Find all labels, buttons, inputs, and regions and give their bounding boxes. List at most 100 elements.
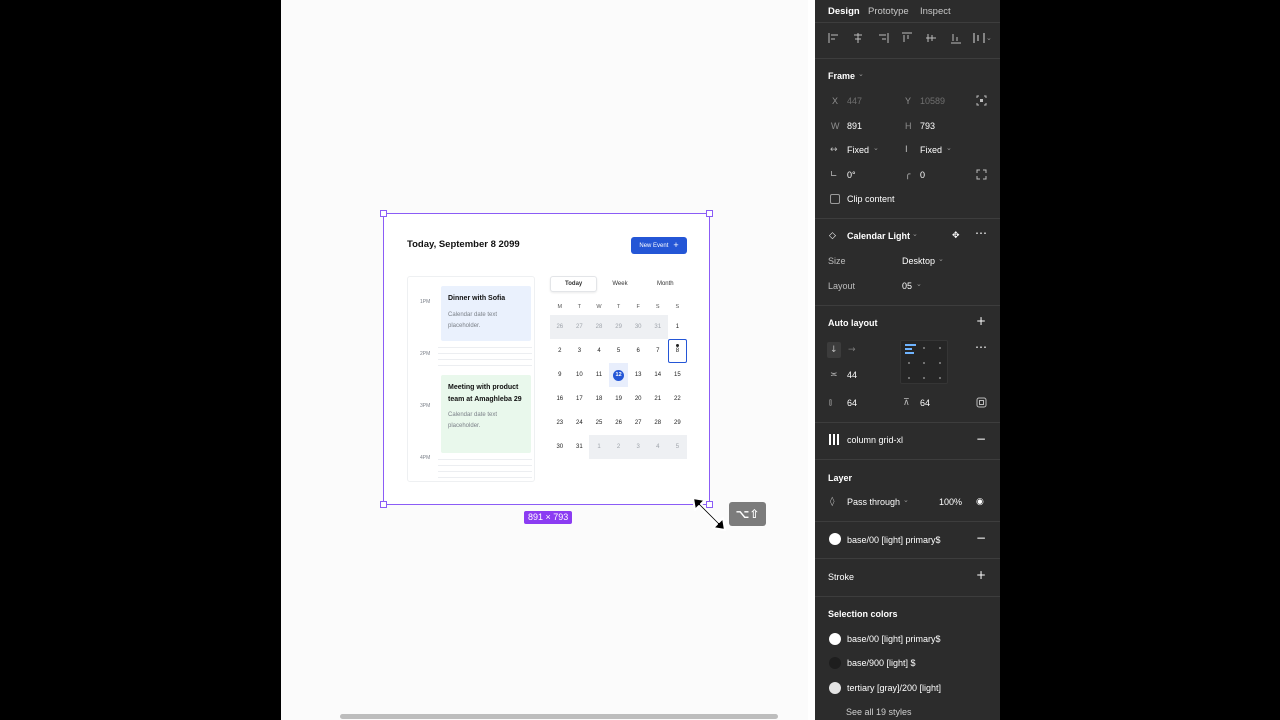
view-tab-week[interactable]: Week <box>597 277 642 291</box>
tab-design[interactable]: Design <box>828 6 860 17</box>
date-cell[interactable]: 22 <box>668 387 688 411</box>
resize-handle-bottom-left[interactable] <box>380 501 387 508</box>
more-options-icon[interactable]: ⋯ <box>975 341 987 353</box>
distribute-icon[interactable] <box>973 32 985 44</box>
alignment-grid[interactable] <box>900 340 948 384</box>
date-cell[interactable]: 14 <box>648 363 668 387</box>
date-cell[interactable]: 3 <box>570 339 590 363</box>
add-icon[interactable]: + <box>976 315 986 327</box>
date-cell[interactable]: 13 <box>628 363 648 387</box>
date-cell[interactable]: 19 <box>609 387 629 411</box>
arrow-right-icon[interactable]: → <box>848 345 856 355</box>
color-swatch[interactable] <box>829 657 841 669</box>
selection-color-name[interactable]: base/00 [light] primary$ <box>847 634 941 644</box>
date-cell[interactable]: 30 <box>628 315 648 339</box>
date-cell[interactable]: 17 <box>570 387 590 411</box>
date-cell[interactable]: 20 <box>628 387 648 411</box>
color-swatch[interactable] <box>829 633 841 645</box>
fill-swatch[interactable] <box>829 533 841 545</box>
size-select[interactable]: Desktop <box>902 256 935 266</box>
date-cell[interactable]: 18 <box>589 387 609 411</box>
resize-handle-top-right[interactable] <box>706 210 713 217</box>
date-cell[interactable]: 30 <box>550 435 570 459</box>
date-cell[interactable]: 29 <box>608 315 629 339</box>
chevron-down-icon[interactable]: ⌄ <box>912 230 918 238</box>
layout-grid-style[interactable]: column grid-xl <box>847 435 903 445</box>
independent-corners-icon[interactable] <box>976 169 987 180</box>
date-cell[interactable]: 3 <box>628 435 648 459</box>
date-cell[interactable]: 4 <box>589 339 609 363</box>
date-cell[interactable]: 9 <box>550 363 570 387</box>
item-spacing-input[interactable]: 44 <box>847 370 857 380</box>
chevron-down-icon[interactable]: ⌄ <box>946 144 952 152</box>
selection-color-name[interactable]: tertiary [gray]/200 [light] <box>847 683 941 693</box>
date-cell[interactable]: 28 <box>648 411 668 435</box>
chevron-down-icon[interactable]: ⌄ <box>903 496 909 504</box>
event-card[interactable]: Meeting with product team at Amaghleba 2… <box>441 375 531 453</box>
date-cell[interactable]: 10 <box>570 363 590 387</box>
date-cell[interactable]: 4 <box>647 435 668 459</box>
fill-style-name[interactable]: base/00 [light] primary$ <box>847 535 941 545</box>
chevron-down-icon[interactable]: ⌄ <box>938 255 944 263</box>
date-cell[interactable]: 6 <box>628 339 648 363</box>
date-cell[interactable]: 21 <box>648 387 668 411</box>
corner-radius-input[interactable]: 0 <box>920 170 925 180</box>
remove-icon[interactable]: − <box>976 532 986 544</box>
clip-content-checkbox[interactable] <box>830 194 840 204</box>
selection-color-name[interactable]: base/900 [light] $ <box>847 658 916 668</box>
align-bottom-icon[interactable] <box>950 32 962 44</box>
resize-handle-top-left[interactable] <box>380 210 387 217</box>
date-cell[interactable]: 28 <box>589 315 609 339</box>
individual-padding-icon[interactable] <box>976 397 987 408</box>
design-canvas[interactable]: Today, September 8 2099 New Event + 1PM … <box>281 0 815 720</box>
opacity-input[interactable]: 100% <box>939 497 962 507</box>
date-cell[interactable]: 1 <box>589 435 609 459</box>
date-cell[interactable]: 31 <box>570 435 590 459</box>
event-card[interactable]: Dinner with Sofia Calendar date text pla… <box>441 286 531 341</box>
horizontal-padding-input[interactable]: 64 <box>847 398 857 408</box>
new-event-button[interactable]: New Event + <box>631 237 687 254</box>
date-cell[interactable]: 26 <box>550 315 570 339</box>
date-cell[interactable]: 29 <box>668 411 688 435</box>
date-cell[interactable]: 31 <box>647 315 668 339</box>
view-tab-today[interactable]: Today <box>550 276 598 292</box>
go-to-main-component-icon[interactable]: ✥ <box>952 231 960 241</box>
date-cell[interactable]: 16 <box>550 387 570 411</box>
date-cell[interactable]: 15 <box>668 363 688 387</box>
date-cell[interactable]: 1 <box>668 315 688 339</box>
align-vertical-center-icon[interactable] <box>925 32 937 44</box>
blend-mode-select[interactable]: Pass through <box>847 497 900 507</box>
rotation-input[interactable]: 0° <box>847 170 856 180</box>
chevron-down-icon[interactable]: ⌄ <box>873 144 879 152</box>
see-all-styles-link[interactable]: See all 19 styles <box>846 707 912 717</box>
date-cell[interactable]: 27 <box>628 411 648 435</box>
align-top-icon[interactable] <box>901 32 913 44</box>
chevron-down-icon[interactable]: ⌄ <box>858 70 864 78</box>
align-horizontal-center-icon[interactable] <box>852 32 864 44</box>
align-right-icon[interactable] <box>877 32 889 44</box>
date-cell[interactable]: 25 <box>589 411 609 435</box>
date-cell[interactable]: 24 <box>570 411 590 435</box>
y-input[interactable]: 10589 <box>920 96 945 106</box>
vertical-sizing-select[interactable]: Fixed <box>920 145 942 155</box>
more-options-icon[interactable]: ⋯ <box>975 227 987 239</box>
date-cell[interactable]: 12 <box>608 363 629 387</box>
date-cell[interactable]: 5 <box>667 435 688 459</box>
tab-prototype[interactable]: Prototype <box>868 6 909 17</box>
date-cell[interactable]: 23 <box>550 411 570 435</box>
date-cell[interactable]: 8 <box>667 339 688 363</box>
add-icon[interactable]: + <box>976 569 986 581</box>
tab-inspect[interactable]: Inspect <box>920 6 951 17</box>
horizontal-scrollbar[interactable] <box>340 714 778 719</box>
date-cell[interactable]: 2 <box>608 435 629 459</box>
align-left-icon[interactable] <box>828 32 840 44</box>
date-cell[interactable]: 27 <box>569 315 590 339</box>
component-name[interactable]: Calendar Light <box>847 231 910 241</box>
date-cell[interactable]: 2 <box>550 339 570 363</box>
date-cell[interactable]: 5 <box>609 339 629 363</box>
view-tab-month[interactable]: Month <box>643 277 688 291</box>
layout-select[interactable]: 05 <box>902 281 912 291</box>
date-cell[interactable]: 26 <box>609 411 629 435</box>
height-input[interactable]: 793 <box>920 121 935 131</box>
vertical-padding-input[interactable]: 64 <box>920 398 930 408</box>
